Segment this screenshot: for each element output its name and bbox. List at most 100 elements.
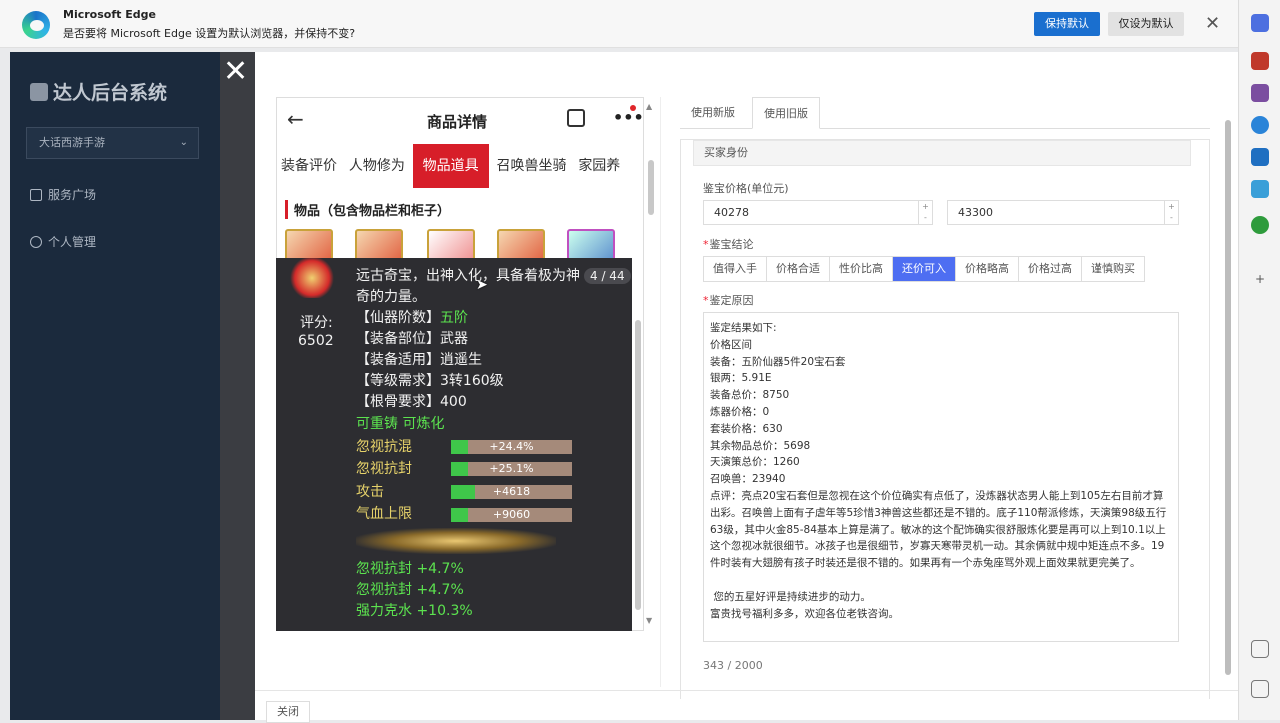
watermark-text: CC直播 — [1098, 58, 1179, 83]
stat-bar: +4618 — [451, 485, 572, 499]
reason-label: *鉴定原因 — [703, 294, 754, 307]
stepper-icon[interactable]: + - — [918, 201, 932, 224]
building-icon — [30, 189, 42, 201]
price-high-input[interactable]: 43300 + - — [947, 200, 1179, 225]
notification-dot — [630, 105, 636, 111]
ornament-divider — [356, 528, 556, 554]
screen-share-icon[interactable] — [1251, 640, 1269, 658]
edge-bar-title: Microsoft Edge — [63, 8, 156, 21]
option-slightly-high[interactable]: 价格略高 — [956, 257, 1019, 281]
sidebar-item-service-square[interactable]: 服务广场 — [30, 186, 96, 203]
attr-key: 【等级需求】 — [356, 373, 440, 389]
office-icon[interactable] — [1251, 116, 1269, 134]
send-icon[interactable] — [1251, 180, 1269, 198]
share-icon[interactable] — [567, 109, 585, 127]
stat-bar-value: +25.1% — [489, 462, 534, 475]
attr-value: 五阶 — [440, 310, 468, 326]
box-title: 买家身份 — [693, 140, 1191, 166]
extra-stat: 强力克水 +10.3% — [356, 603, 473, 619]
attr-key: 【装备部位】 — [356, 331, 440, 347]
price-low-value: 40278 — [714, 206, 749, 219]
bar-label: 气血上限 — [356, 506, 412, 522]
keep-default-button[interactable]: 保持默认 — [1034, 12, 1100, 36]
stat-bar: +9060 — [451, 508, 572, 522]
item-image — [288, 258, 336, 298]
conclusion-label: *鉴宝结论 — [703, 238, 754, 251]
option-too-high[interactable]: 价格过高 — [1019, 257, 1082, 281]
score-label: 评分: — [300, 315, 333, 331]
bar-label: 攻击 — [356, 484, 384, 500]
stat-bar: +24.4% — [451, 440, 572, 454]
option-good-value[interactable]: 性价比高 — [830, 257, 893, 281]
conclusion-options: 值得入手 价格合适 性价比高 还价可入 价格略高 价格过高 谨慎购买 — [703, 256, 1145, 282]
overlay-close-icon[interactable]: ✕ — [223, 56, 248, 88]
divider — [660, 97, 661, 687]
appraisal-form: 使用新版 使用旧版 买家身份 鉴宝价格(单位元) 40278 + - 43300 + -… — [680, 97, 1210, 699]
add-icon[interactable]: + — [1251, 270, 1269, 288]
modal-overlay — [220, 52, 255, 720]
mouse-cursor-icon: ➤ — [476, 277, 488, 293]
sidebar-item-label: 个人管理 — [48, 235, 97, 249]
price-low-input[interactable]: 40278 + - — [703, 200, 933, 225]
attr-row: 【仙器阶数】五阶 — [356, 308, 468, 329]
stat-bar-value: +4618 — [492, 485, 531, 498]
scroll-up-icon[interactable]: ▲ — [646, 102, 652, 111]
toolbox-icon[interactable] — [1251, 52, 1269, 70]
attr-key: 【根骨要求】 — [356, 394, 440, 410]
more-icon[interactable]: ••• — [613, 108, 644, 127]
section-title: 物品（包含物品栏和柜子） — [285, 200, 450, 219]
refine-text: 可重铸 可炼化 — [356, 416, 445, 432]
tree-icon[interactable] — [1251, 216, 1269, 234]
back-arrow-icon[interactable]: ← — [287, 107, 304, 131]
close-icon[interactable]: ✕ — [1205, 12, 1220, 36]
game-select[interactable]: 大话西游手游 ⌄ — [26, 127, 199, 159]
extra-stat: 忽视抗封 +4.7% — [356, 561, 464, 577]
attr-row: 【装备部位】武器 — [356, 329, 468, 350]
footer-divider — [255, 690, 1238, 691]
conclusion-label-text: 鉴宝结论 — [709, 238, 754, 251]
attr-row: 【根骨要求】400 — [356, 392, 467, 413]
panel-scrollbar[interactable] — [1225, 120, 1231, 675]
set-default-only-button[interactable]: 仅设为默认 — [1108, 12, 1184, 36]
phone-title: 商品详情 — [427, 113, 488, 131]
option-cautious[interactable]: 谨慎购买 — [1082, 257, 1144, 281]
attr-value: 3转160级 — [440, 373, 504, 389]
stat-bar-value: +9060 — [492, 508, 531, 521]
tab-home[interactable]: 家园养 — [574, 144, 624, 188]
chess-icon[interactable] — [1251, 84, 1269, 102]
tab-pets[interactable]: 召唤兽坐骑 — [492, 144, 570, 188]
tooltip-scrollbar[interactable] — [635, 320, 641, 610]
bar-label: 忽视抗封 — [356, 461, 412, 477]
outlook-icon[interactable] — [1251, 148, 1269, 166]
reason-textarea[interactable]: 鉴定结果如下: 价格区间 装备：五阶仙器5件20宝石套 银两：5.91E 装备总… — [703, 312, 1179, 642]
option-worth-buying[interactable]: 值得入手 — [704, 257, 767, 281]
tab-new-version[interactable]: 使用新版 — [680, 97, 746, 129]
tab-items[interactable]: 物品道具 — [412, 144, 489, 188]
item-tooltip: 远古奇宝，出神入化，具备着极为神奇的力量。 4 / 44 评分: 6502 【仙… — [276, 258, 632, 631]
tab-equipment-review[interactable]: 装备评价 — [277, 144, 341, 188]
stat-bar-value: +24.4% — [489, 440, 534, 453]
tab-old-version[interactable]: 使用旧版 — [752, 97, 820, 129]
sidebar-item-personal[interactable]: 个人管理 — [30, 233, 96, 250]
score-value: 6502 — [298, 333, 334, 349]
edge-bar-message: 是否要将 Microsoft Edge 设置为默认浏览器，并保持不变? — [63, 27, 356, 40]
option-bargain[interactable]: 还价可入 — [893, 257, 956, 281]
open-external-icon[interactable] — [1251, 680, 1269, 698]
edge-right-sidebar: + — [1238, 0, 1280, 720]
stepper-icon[interactable]: + - — [1164, 201, 1178, 224]
char-count: 343 / 2000 — [703, 659, 763, 672]
edge-default-browser-bar: Microsoft Edge 是否要将 Microsoft Edge 设置为默认… — [0, 0, 1238, 48]
extra-stat: 忽视抗封 +4.7% — [356, 582, 464, 598]
watermark: CC直播 — [1072, 52, 1178, 84]
page-badge: 4 / 44 — [584, 268, 631, 284]
phone-header: ← 商品详情 ••• — [277, 98, 644, 144]
user-icon — [30, 236, 42, 248]
bar-label: 忽视抗混 — [356, 439, 412, 455]
stat-bar: +25.1% — [451, 462, 572, 476]
phone-scrollbar[interactable] — [648, 160, 654, 215]
tag-icon[interactable] — [1251, 14, 1269, 32]
scroll-down-icon[interactable]: ▼ — [646, 616, 652, 625]
option-fair-price[interactable]: 价格合适 — [767, 257, 830, 281]
brand-title: 达人后台系统 — [30, 78, 167, 105]
tab-character[interactable]: 人物修为 — [345, 144, 409, 188]
